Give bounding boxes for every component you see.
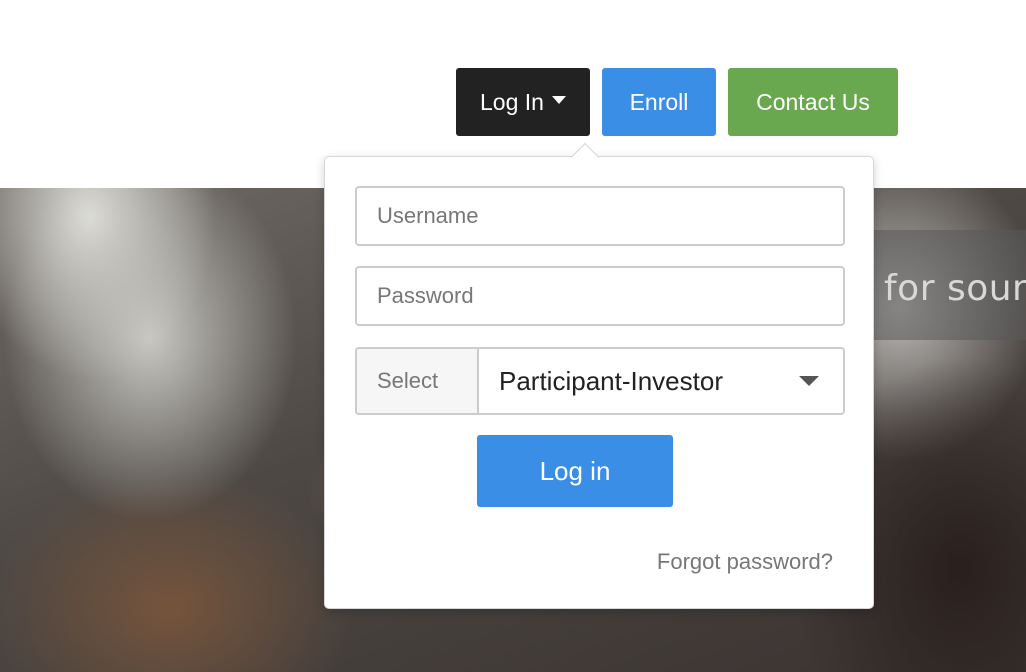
caret-down-icon [551, 96, 566, 104]
password-input[interactable] [355, 266, 845, 326]
role-select[interactable]: Participant-Investor [479, 349, 843, 413]
contact-us-button[interactable]: Contact Us [728, 68, 898, 136]
login-submit-button[interactable]: Log in [477, 435, 673, 507]
role-select-group: Select Participant-Investor [355, 347, 845, 415]
login-menu-button[interactable]: Log In [456, 68, 590, 136]
enroll-label: Enroll [629, 88, 689, 115]
dropdown-caret-icon [799, 376, 819, 386]
contact-us-label: Contact Us [756, 88, 870, 115]
forgot-password-link[interactable]: Forgot password? [657, 549, 833, 575]
enroll-button[interactable]: Enroll [602, 68, 716, 136]
page: Log In Enroll Contact Us for soun Select… [0, 0, 1026, 672]
role-select-addon-label: Select [377, 368, 439, 393]
role-select-value: Participant-Investor [499, 365, 723, 396]
login-dropdown-panel: Select Participant-Investor Log in Forgo… [324, 142, 874, 609]
hero-banner-text: for soun [884, 268, 1026, 309]
login-menu-label: Log In [480, 88, 544, 115]
hero-banner: for soun [874, 230, 1026, 340]
role-select-addon: Select [357, 349, 479, 413]
forgot-password-label: Forgot password? [656, 549, 833, 574]
login-submit-label: Log in [539, 455, 611, 486]
username-input[interactable] [355, 186, 845, 246]
